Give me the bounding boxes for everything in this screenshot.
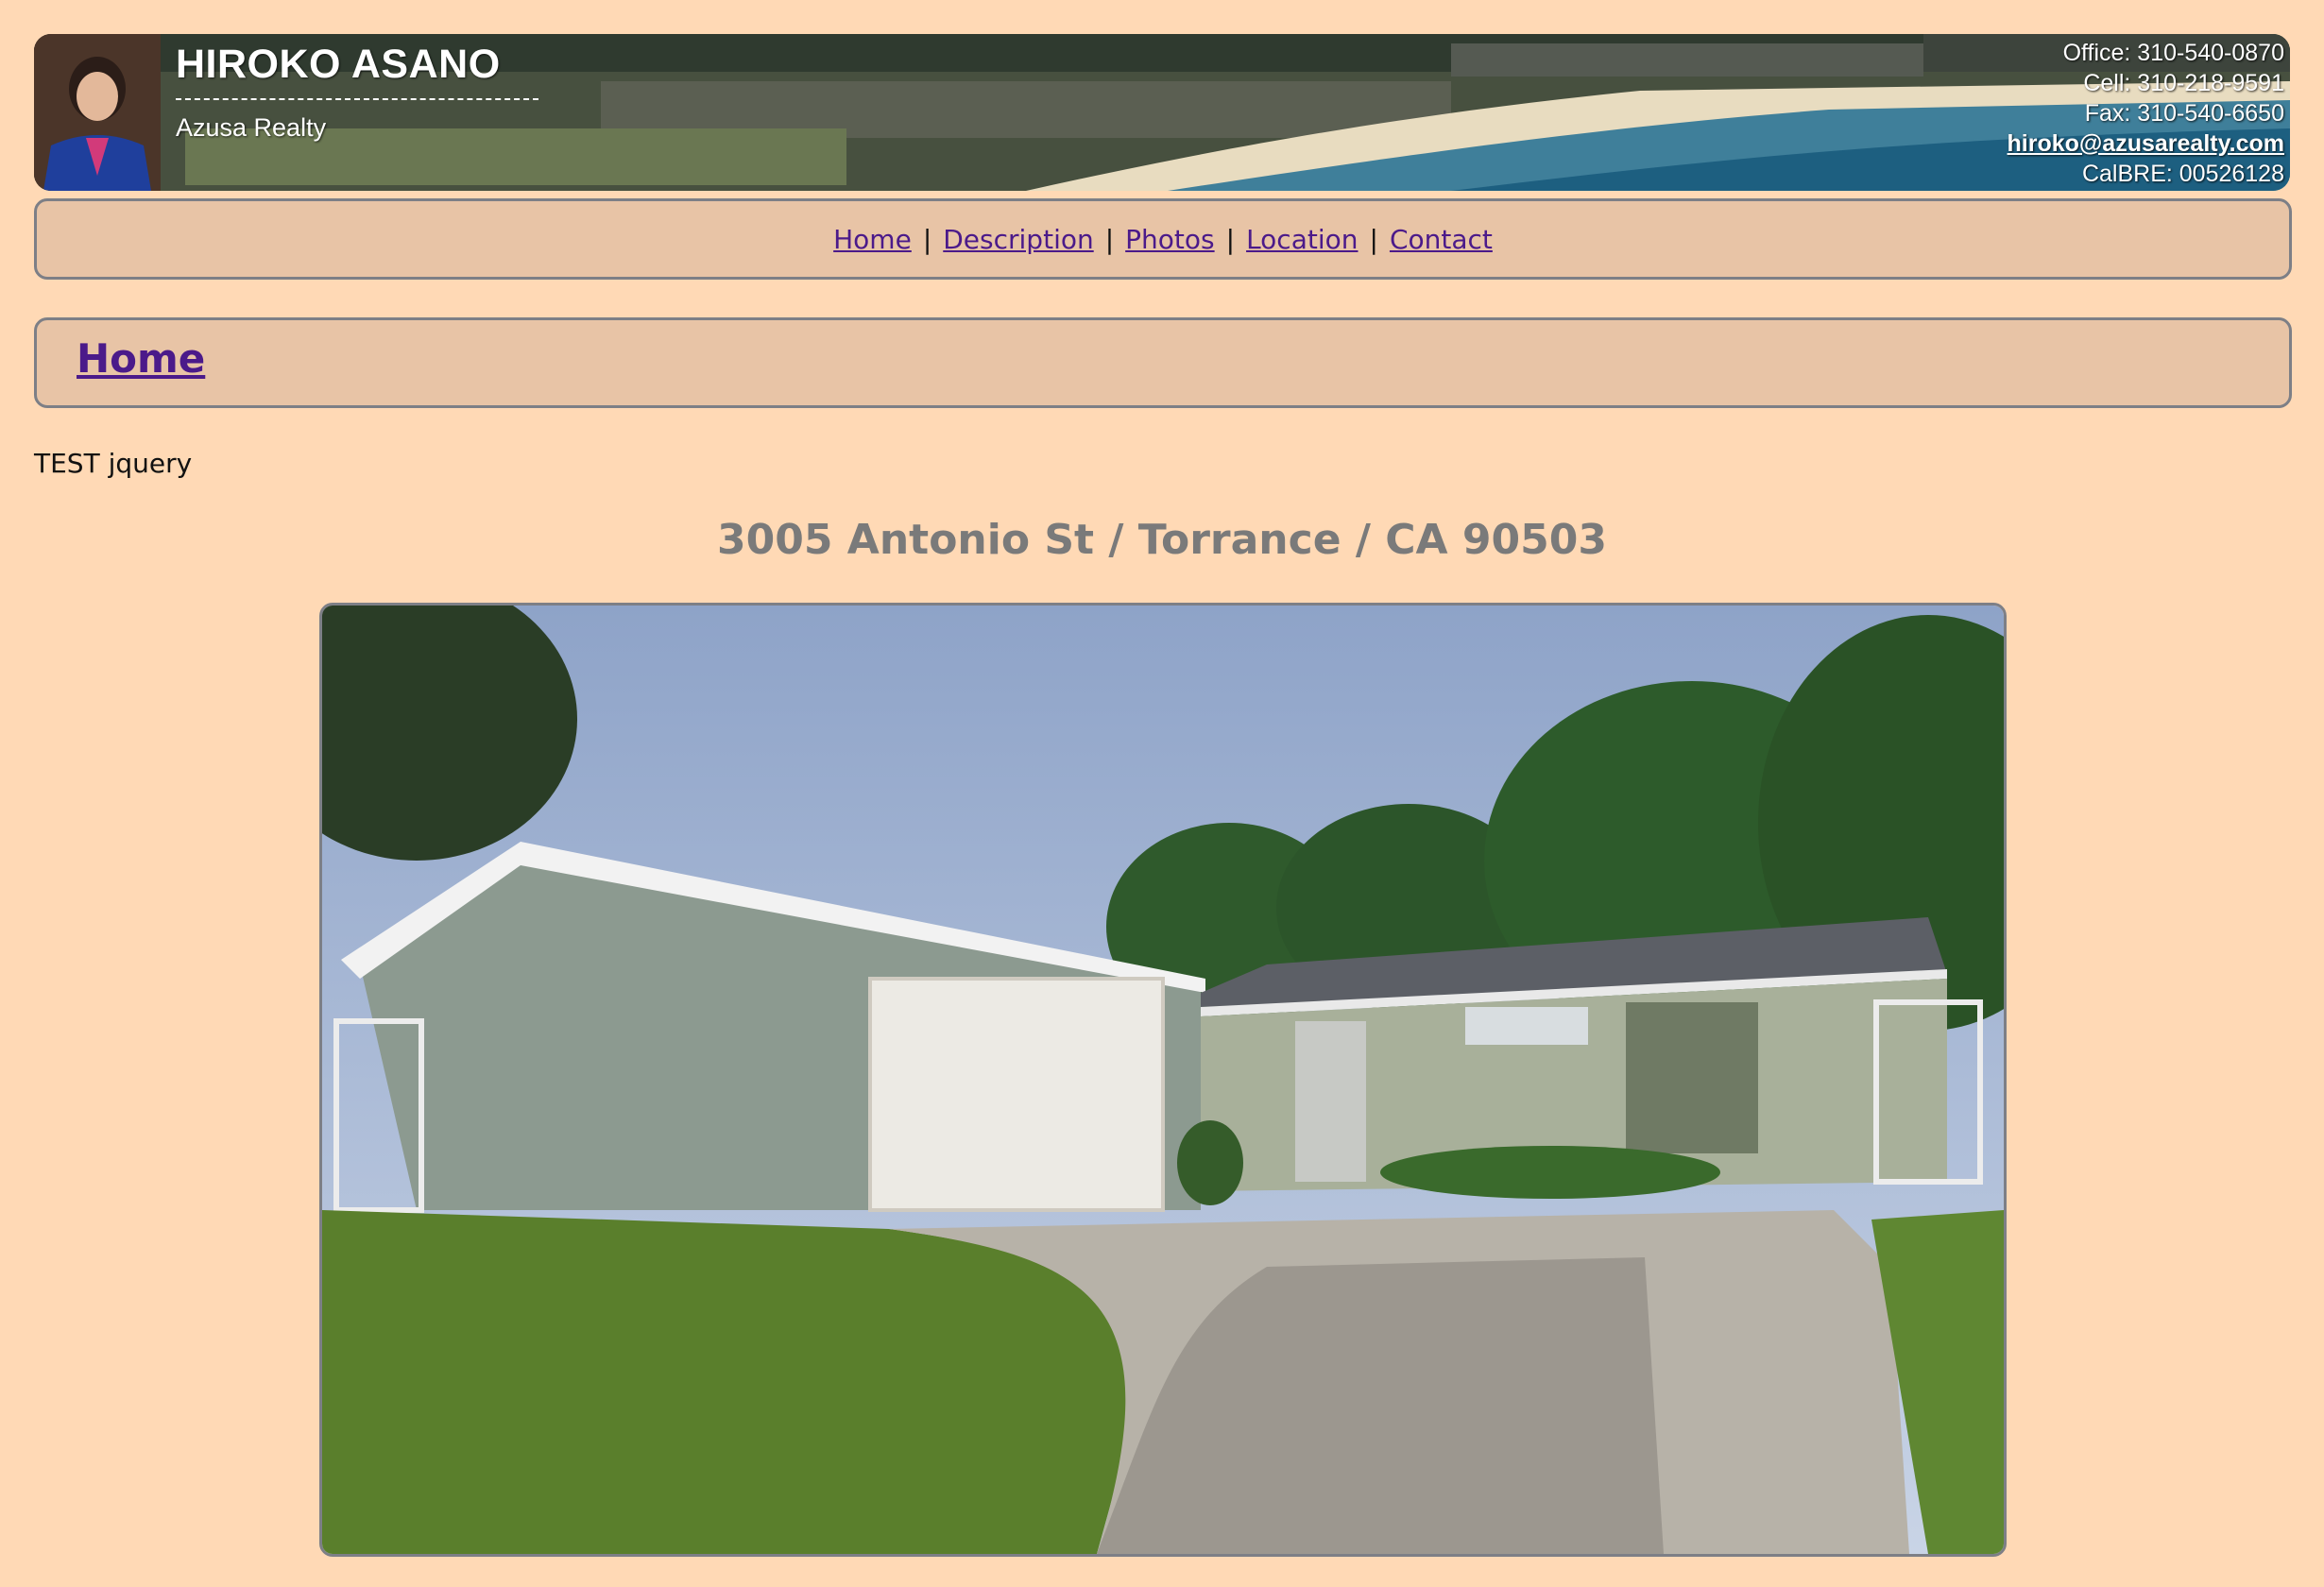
nav-separator: |: [1369, 223, 1378, 255]
agent-photo: [34, 34, 161, 191]
header-banner: HIROKO ASANO Azusa Realty Office: 310-54…: [34, 34, 2290, 191]
agent-name: HIROKO ASANO: [176, 42, 501, 87]
name-divider: [176, 98, 538, 100]
office-phone: Office: 310-540-0870: [2062, 40, 2284, 66]
page-heading-box: Home: [34, 317, 2292, 408]
nav-separator: |: [1104, 223, 1115, 255]
house-image: [322, 606, 2004, 1554]
test-text: TEST jquery: [34, 448, 193, 479]
nav-location[interactable]: Location: [1246, 224, 1358, 255]
email-link[interactable]: hiroko@azusarealty.com: [2008, 130, 2284, 157]
nav-description[interactable]: Description: [943, 224, 1093, 255]
property-address: 3005 Antonio St / Torrance / CA 90503: [717, 516, 1607, 564]
nav-contact[interactable]: Contact: [1390, 224, 1493, 255]
company-name: Azusa Realty: [176, 113, 327, 142]
nav-separator: |: [1225, 223, 1236, 255]
fax-number: Fax: 310-540-6650: [2084, 100, 2284, 127]
nav-photos[interactable]: Photos: [1125, 224, 1214, 255]
contact-info: Office: 310-540-0870 Cell: 310-218-9591 …: [2008, 38, 2284, 189]
nav-separator: |: [922, 223, 932, 255]
property-photo[interactable]: [319, 603, 2007, 1557]
cell-phone: Cell: 310-218-9591: [2083, 70, 2284, 96]
main-nav: Home | Description | Photos | Location |…: [34, 198, 2292, 280]
page-title[interactable]: Home: [77, 335, 205, 382]
license-number: CalBRE: 00526128: [2081, 161, 2284, 187]
nav-home[interactable]: Home: [833, 224, 912, 255]
